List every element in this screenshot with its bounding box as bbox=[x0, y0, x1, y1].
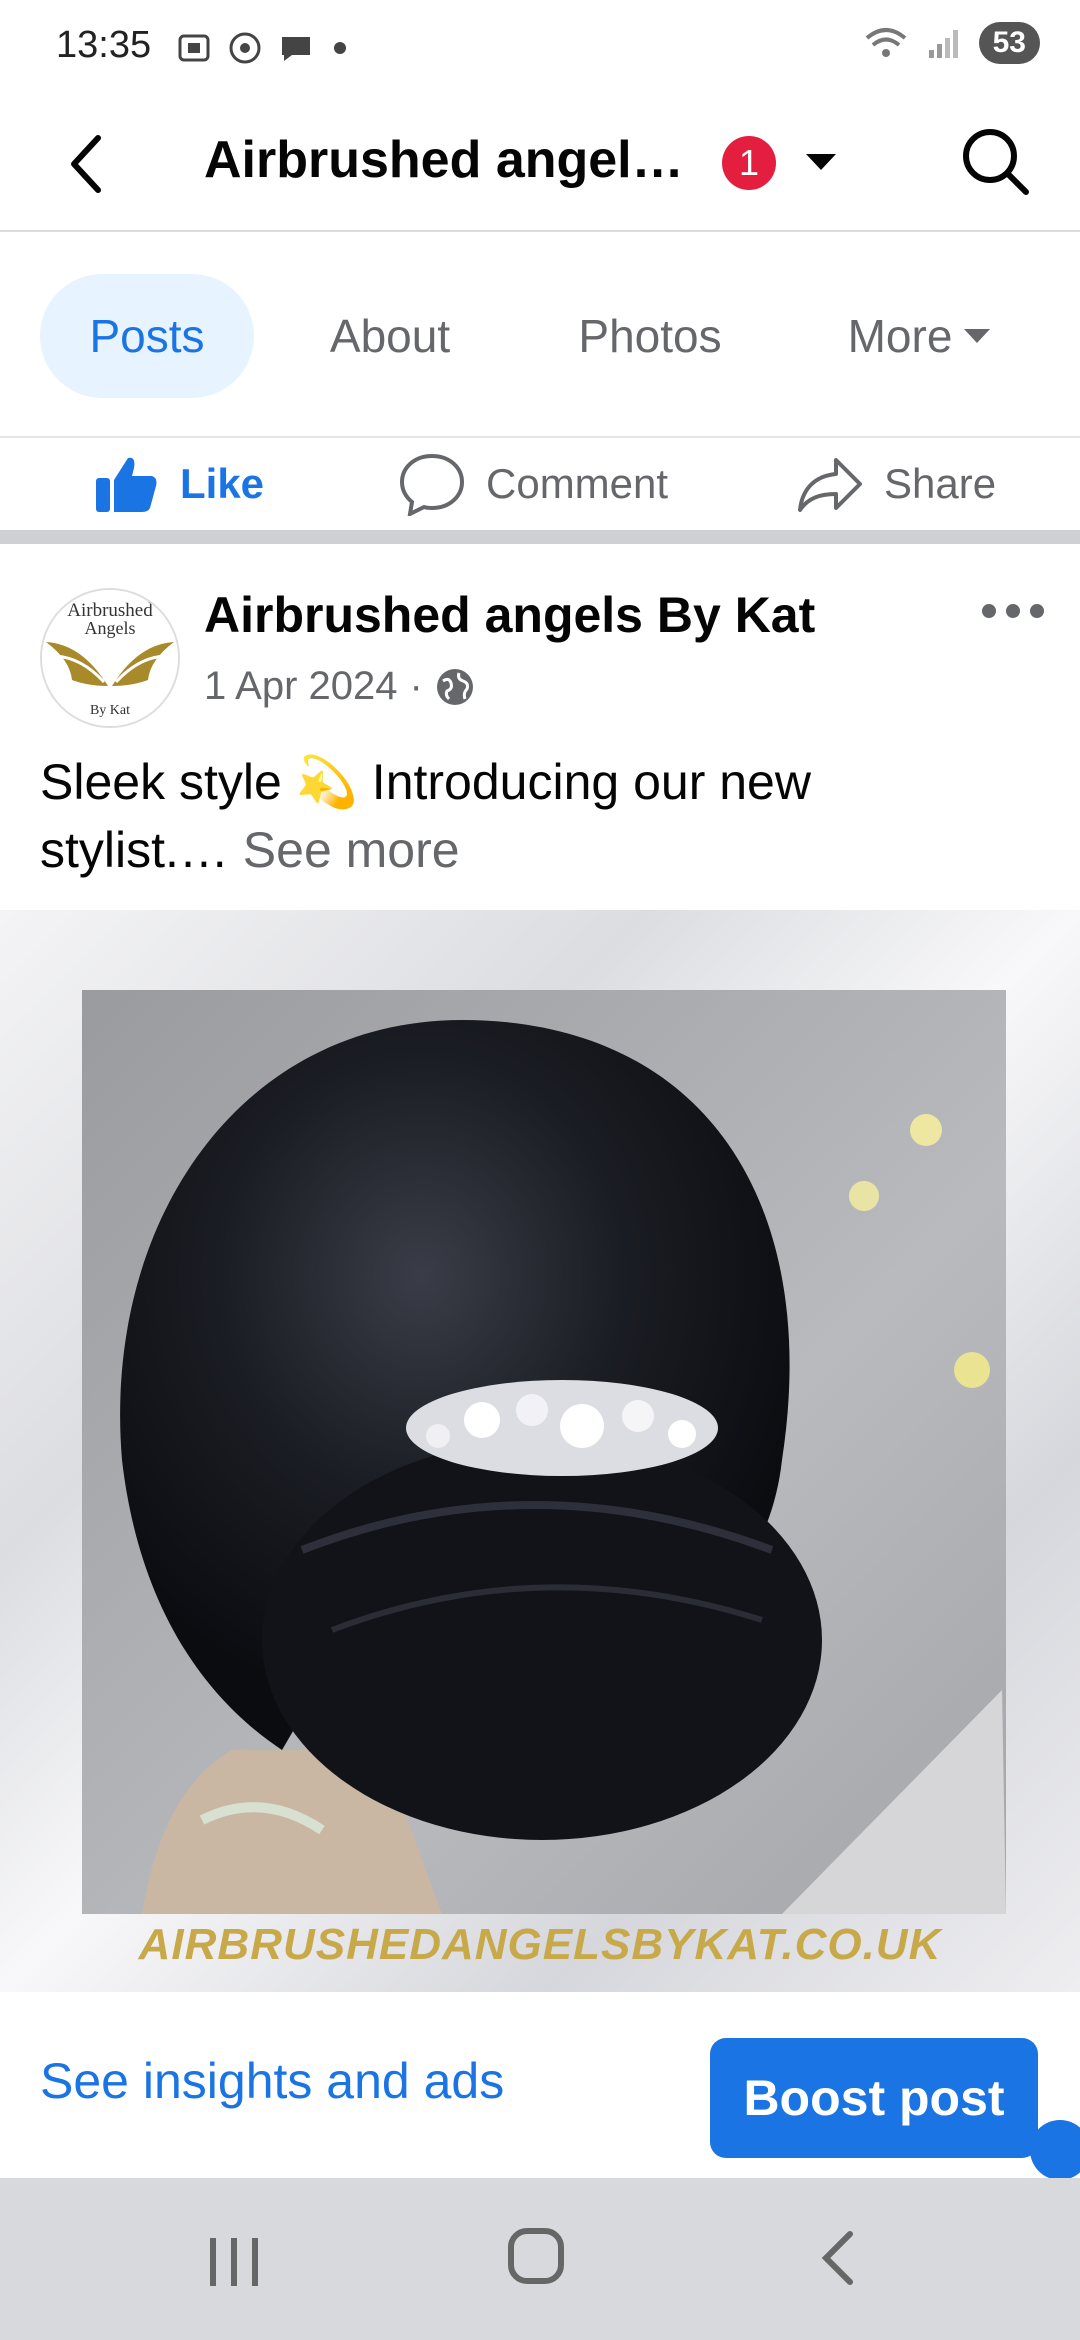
crystal-hair-comb bbox=[406, 1380, 718, 1476]
nav-back-button[interactable] bbox=[818, 2228, 858, 2288]
tab-photos[interactable]: Photos bbox=[550, 274, 750, 398]
signal-icon bbox=[928, 30, 958, 58]
comment-button[interactable]: Comment bbox=[398, 438, 668, 530]
hairstyle-photo bbox=[82, 990, 1006, 1914]
search-button[interactable] bbox=[954, 120, 1034, 200]
chat-icon bbox=[282, 37, 310, 61]
battery-indicator: 53 bbox=[978, 22, 1040, 64]
tab-posts-label: Posts bbox=[89, 310, 205, 362]
tab-photos-label: Photos bbox=[578, 310, 722, 362]
share-label: Share bbox=[884, 460, 997, 507]
like-label: Like bbox=[180, 460, 265, 507]
page-title[interactable]: Airbrushed angel… bbox=[204, 130, 684, 190]
more-options-icon[interactable] bbox=[980, 596, 1046, 626]
avatar-text-bottom: By Kat bbox=[90, 703, 130, 718]
post-date[interactable]: 1 Apr 2024 bbox=[204, 664, 398, 709]
post-meta: 1 Apr 2024 · bbox=[204, 664, 475, 709]
meta-separator: · bbox=[409, 664, 423, 708]
thumbs-up-icon bbox=[96, 457, 157, 512]
comment-icon bbox=[399, 453, 465, 516]
system-navbar bbox=[0, 2178, 1080, 2340]
status-time: 13:35 bbox=[56, 24, 152, 66]
notification-badge[interactable]: 1 bbox=[722, 136, 776, 190]
tab-more-label: More bbox=[847, 310, 953, 362]
back-button[interactable] bbox=[52, 124, 132, 204]
caret-down-icon[interactable] bbox=[804, 150, 838, 174]
comment-label: Comment bbox=[486, 460, 669, 507]
status-bar: 13:35 53 bbox=[0, 0, 1080, 100]
post-author[interactable]: Airbrushed angels By Kat bbox=[204, 586, 815, 644]
chrome-icon bbox=[229, 32, 261, 64]
home-button[interactable] bbox=[506, 2226, 566, 2286]
post-text-line2: stylist.… bbox=[40, 822, 229, 878]
wifi-icon bbox=[865, 28, 906, 57]
screenshot-icon bbox=[178, 34, 210, 62]
status-right: 53 bbox=[863, 22, 1040, 64]
post-image[interactable]: AIRBRUSHEDANGELSBYKAT.CO.UK bbox=[0, 910, 1080, 1992]
post-text-line1: Sleek style 💫 Introducing our new bbox=[40, 754, 811, 810]
globe-icon bbox=[436, 668, 473, 705]
tab-posts[interactable]: Posts bbox=[40, 274, 254, 398]
page-header: Airbrushed angel… 1 bbox=[0, 100, 1080, 232]
post-actions: Like Comment Share bbox=[0, 438, 1080, 530]
tab-about-label: About bbox=[329, 310, 451, 362]
section-divider bbox=[0, 530, 1080, 544]
share-icon bbox=[798, 458, 862, 512]
status-icons bbox=[176, 30, 350, 66]
page-tabs: Posts About Photos More bbox=[0, 232, 1080, 438]
post-text: Sleek style 💫 Introducing our new stylis… bbox=[40, 748, 1040, 884]
see-more-link[interactable]: See more bbox=[229, 822, 460, 878]
post-header: Airbrushed Angels By Kat Airbrushed ange… bbox=[0, 544, 1080, 744]
image-caption: AIRBRUSHEDANGELSBYKAT.CO.UK bbox=[138, 1920, 942, 1969]
tab-more[interactable]: More bbox=[830, 274, 1010, 398]
recent-apps-button[interactable] bbox=[204, 2234, 264, 2290]
dot-icon bbox=[334, 42, 346, 54]
boost-post-button[interactable]: Boost post bbox=[710, 2038, 1038, 2158]
brand-logo: Airbrushed Angels By Kat bbox=[42, 590, 178, 726]
share-button[interactable]: Share bbox=[796, 438, 996, 530]
post-text-line2-wrap: stylist.… See more bbox=[40, 816, 1040, 884]
post-footer: See insights and ads Boost post bbox=[0, 1992, 1080, 2178]
like-button[interactable]: Like bbox=[94, 438, 264, 530]
tab-about[interactable]: About bbox=[300, 274, 480, 398]
avatar-text-mid: Angels bbox=[85, 618, 136, 638]
caret-down-icon bbox=[964, 329, 991, 343]
avatar[interactable]: Airbrushed Angels By Kat bbox=[40, 588, 180, 728]
see-insights-link[interactable]: See insights and ads bbox=[40, 2052, 504, 2110]
